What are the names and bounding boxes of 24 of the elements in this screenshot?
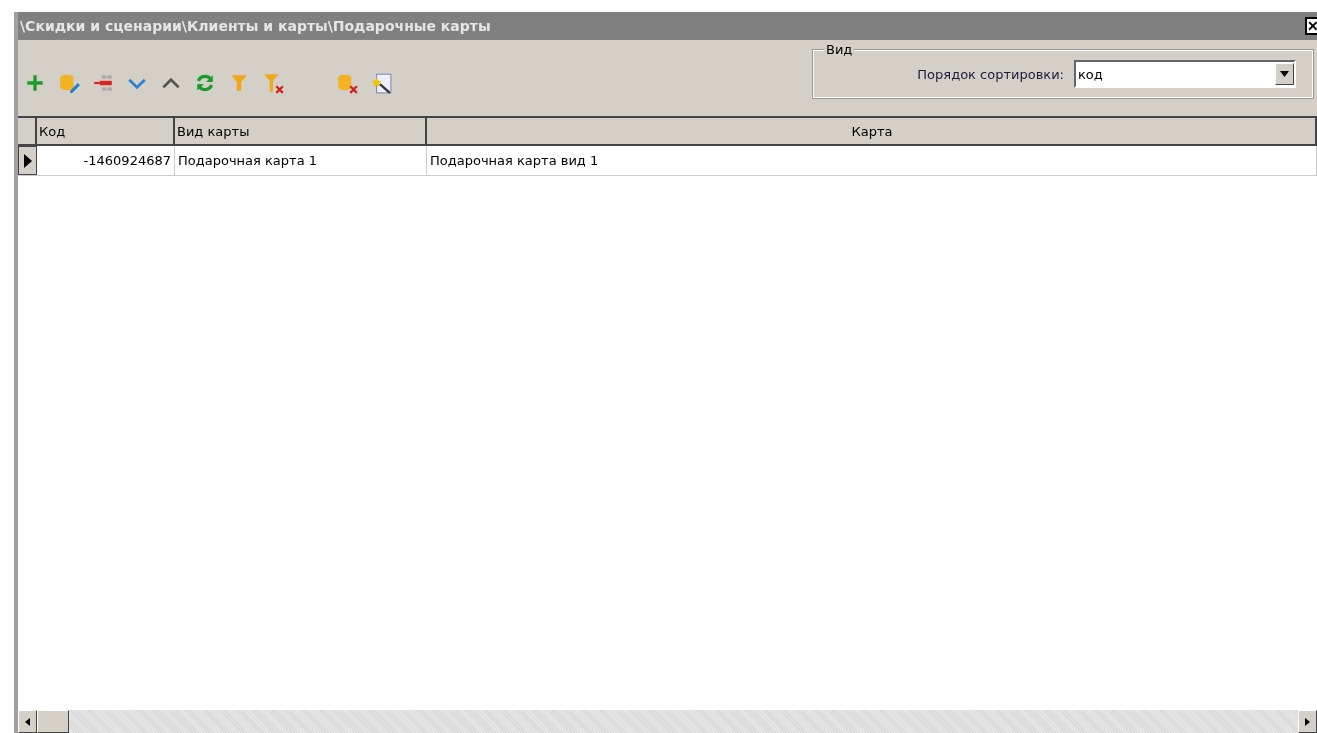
column-header[interactable]: Вид карты — [175, 118, 427, 146]
horizontal-scrollbar[interactable] — [18, 710, 1317, 733]
column-header[interactable]: Код — [37, 118, 175, 146]
column-header[interactable]: Карта — [427, 118, 1317, 146]
clear-filter-icon[interactable] — [262, 72, 284, 94]
remove-row-icon[interactable] — [92, 72, 114, 94]
table-cell: Подарочная карта 1 — [175, 146, 427, 175]
scroll-thumb[interactable] — [37, 710, 69, 733]
group-legend: Вид — [824, 42, 855, 57]
sort-dropdown[interactable]: код — [1074, 60, 1296, 88]
row-pointer-icon — [23, 153, 32, 168]
scroll-right-icon[interactable] — [1298, 710, 1317, 733]
database-pencil-icon[interactable] — [58, 72, 80, 94]
window-title: \Скидки и сценарии\Клиенты и карты\Подарочные карты — [20, 18, 491, 34]
sort-label: Порядок сортировки: — [917, 66, 1064, 82]
scroll-left-icon[interactable] — [18, 710, 37, 733]
table-cell: Подарочная карта вид 1 — [427, 146, 1317, 175]
refresh-icon[interactable] — [194, 72, 216, 94]
row-indicator[interactable] — [18, 146, 37, 175]
close-button[interactable]: ✕ — [1305, 17, 1317, 35]
database-delete-icon[interactable] — [336, 72, 358, 94]
table-cell: -1460924687 — [37, 146, 175, 175]
plus-icon[interactable] — [24, 72, 46, 94]
magic-wand-icon[interactable] — [370, 72, 392, 94]
